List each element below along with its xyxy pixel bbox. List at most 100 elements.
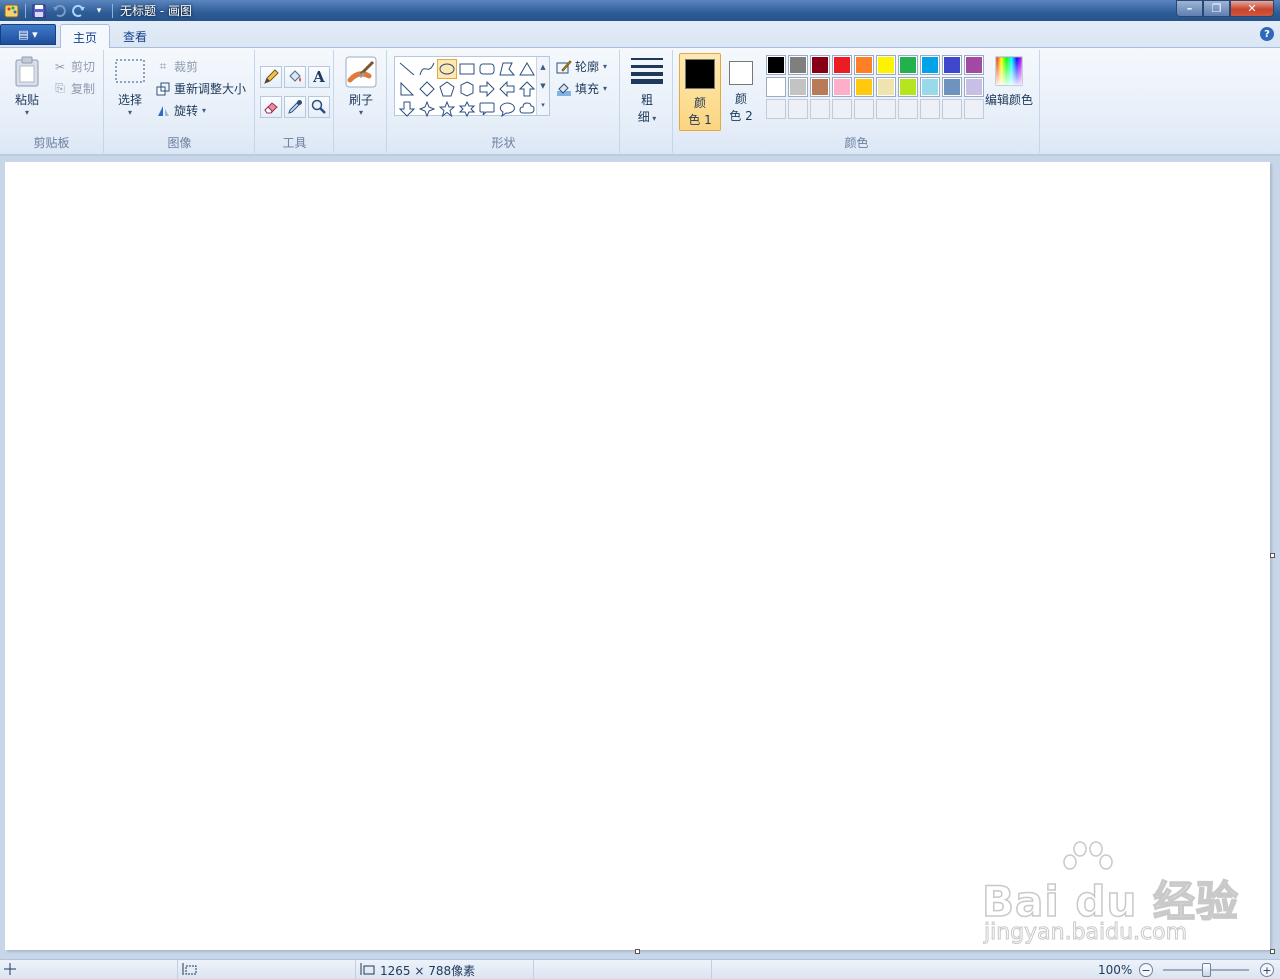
- palette-swatch[interactable]: [766, 55, 786, 75]
- custom-color-slot[interactable]: [832, 99, 852, 119]
- palette-swatch[interactable]: [854, 55, 874, 75]
- expand-gallery-icon[interactable]: ▾: [541, 101, 545, 109]
- custom-color-slot[interactable]: [964, 99, 984, 119]
- resize-handle-corner[interactable]: [1270, 949, 1275, 954]
- palette-swatch[interactable]: [898, 77, 918, 97]
- curve-shape-icon[interactable]: [417, 59, 437, 79]
- cut-button[interactable]: ✂ 剪切: [52, 58, 95, 75]
- custom-color-slot[interactable]: [898, 99, 918, 119]
- four-point-star-shape-icon[interactable]: [417, 99, 437, 119]
- drawing-canvas[interactable]: [5, 162, 1270, 950]
- outline-icon: [556, 59, 572, 75]
- paste-button[interactable]: 粘贴 ▾: [10, 56, 44, 117]
- edit-colors-button[interactable]: 编辑颜色: [982, 56, 1036, 108]
- canvas-size-icon: [360, 962, 376, 978]
- palette-swatch[interactable]: [832, 55, 852, 75]
- left-arrow-shape-icon[interactable]: [497, 79, 517, 99]
- hexagon-shape-icon[interactable]: [457, 79, 477, 99]
- palette-swatch[interactable]: [920, 77, 940, 97]
- shapes-scrollbar[interactable]: ▲ ▼ ▾: [536, 57, 549, 115]
- paint-menu-button[interactable]: ▤ ▾: [0, 24, 56, 45]
- custom-color-slot[interactable]: [942, 99, 962, 119]
- rectangle-shape-icon[interactable]: [457, 59, 477, 79]
- fill-button[interactable]: 填充 ▾: [556, 80, 607, 97]
- magnifier-icon[interactable]: [308, 96, 330, 118]
- resize-button[interactable]: 重新调整大小: [155, 80, 246, 97]
- copy-button[interactable]: ⎘ 复制: [52, 80, 95, 97]
- polygon-shape-icon[interactable]: [497, 59, 517, 79]
- cloud-callout-shape-icon[interactable]: [517, 99, 537, 119]
- maximize-button[interactable]: ❐: [1203, 0, 1230, 17]
- six-point-star-shape-icon[interactable]: [457, 99, 477, 119]
- scroll-down-icon[interactable]: ▼: [540, 82, 545, 90]
- rotate-button[interactable]: 旋转 ▾: [155, 102, 206, 119]
- pentagon-shape-icon[interactable]: [437, 79, 457, 99]
- zoom-out-button[interactable]: −: [1139, 963, 1153, 977]
- undo-icon[interactable]: [49, 2, 69, 20]
- palette-swatch-color: [833, 56, 851, 74]
- palette-swatch[interactable]: [832, 77, 852, 97]
- oval-shape-icon[interactable]: [437, 59, 457, 79]
- select-button[interactable]: 选择 ▾: [111, 58, 149, 117]
- customize-qat-icon[interactable]: ▾: [89, 2, 109, 20]
- pencil-icon[interactable]: [260, 66, 282, 88]
- outline-button[interactable]: 轮廓 ▾: [556, 58, 607, 75]
- palette-swatch[interactable]: [876, 55, 896, 75]
- palette-swatch[interactable]: [810, 77, 830, 97]
- color-picker-icon[interactable]: [284, 96, 306, 118]
- minimize-button[interactable]: –: [1176, 0, 1203, 17]
- down-arrow-shape-icon[interactable]: [397, 99, 417, 119]
- palette-swatch[interactable]: [810, 55, 830, 75]
- color2-button[interactable]: 颜 色 2: [726, 53, 756, 125]
- redo-icon[interactable]: [69, 2, 89, 20]
- palette-swatch[interactable]: [854, 77, 874, 97]
- palette-swatch[interactable]: [964, 55, 984, 75]
- size-button[interactable]: 粗 细 ▾: [627, 56, 667, 125]
- five-point-star-shape-icon[interactable]: [437, 99, 457, 119]
- right-triangle-shape-icon[interactable]: [397, 79, 417, 99]
- up-arrow-shape-icon[interactable]: [517, 79, 537, 99]
- tab-view[interactable]: 查看: [111, 24, 159, 49]
- palette-swatch[interactable]: [788, 55, 808, 75]
- save-icon[interactable]: [29, 2, 49, 20]
- color-wheel-icon: [995, 56, 1023, 89]
- palette-swatch[interactable]: [964, 77, 984, 97]
- triangle-shape-icon[interactable]: [517, 59, 537, 79]
- palette-swatch-color: [943, 56, 961, 74]
- resize-handle-right[interactable]: [1270, 553, 1275, 558]
- palette-swatch[interactable]: [766, 77, 786, 97]
- paint-app-icon[interactable]: [2, 2, 22, 20]
- eraser-icon[interactable]: [260, 96, 282, 118]
- custom-color-slot[interactable]: [920, 99, 940, 119]
- palette-swatch[interactable]: [942, 77, 962, 97]
- custom-color-slot[interactable]: [810, 99, 830, 119]
- resize-handle-bottom[interactable]: [635, 949, 640, 954]
- line-shape-icon[interactable]: [397, 59, 417, 79]
- right-arrow-shape-icon[interactable]: [477, 79, 497, 99]
- color2-label-line1: 颜: [734, 92, 747, 106]
- custom-color-slot[interactable]: [766, 99, 786, 119]
- palette-swatch[interactable]: [898, 55, 918, 75]
- palette-swatch[interactable]: [920, 55, 940, 75]
- help-icon[interactable]: ?: [1260, 27, 1274, 41]
- close-button[interactable]: ✕: [1230, 0, 1274, 17]
- custom-color-slot[interactable]: [876, 99, 896, 119]
- palette-swatch[interactable]: [788, 77, 808, 97]
- custom-color-slot[interactable]: [854, 99, 874, 119]
- rounded-callout-shape-icon[interactable]: [477, 99, 497, 119]
- oval-callout-shape-icon[interactable]: [497, 99, 517, 119]
- zoom-in-button[interactable]: +: [1260, 963, 1274, 977]
- diamond-shape-icon[interactable]: [417, 79, 437, 99]
- rounded-rectangle-shape-icon[interactable]: [477, 59, 497, 79]
- palette-swatch[interactable]: [942, 55, 962, 75]
- tab-home[interactable]: 主页: [60, 24, 111, 49]
- palette-swatch[interactable]: [876, 77, 896, 97]
- fill-icon[interactable]: [284, 66, 306, 88]
- scroll-up-icon[interactable]: ▲: [540, 63, 545, 71]
- custom-color-slot[interactable]: [788, 99, 808, 119]
- brushes-button[interactable]: 刷子 ▾: [343, 56, 379, 117]
- crop-button[interactable]: ⌗ 裁剪: [155, 58, 198, 75]
- text-icon[interactable]: A: [308, 66, 330, 88]
- color1-button[interactable]: 颜 色 1: [679, 53, 721, 131]
- zoom-slider-thumb[interactable]: [1202, 963, 1211, 977]
